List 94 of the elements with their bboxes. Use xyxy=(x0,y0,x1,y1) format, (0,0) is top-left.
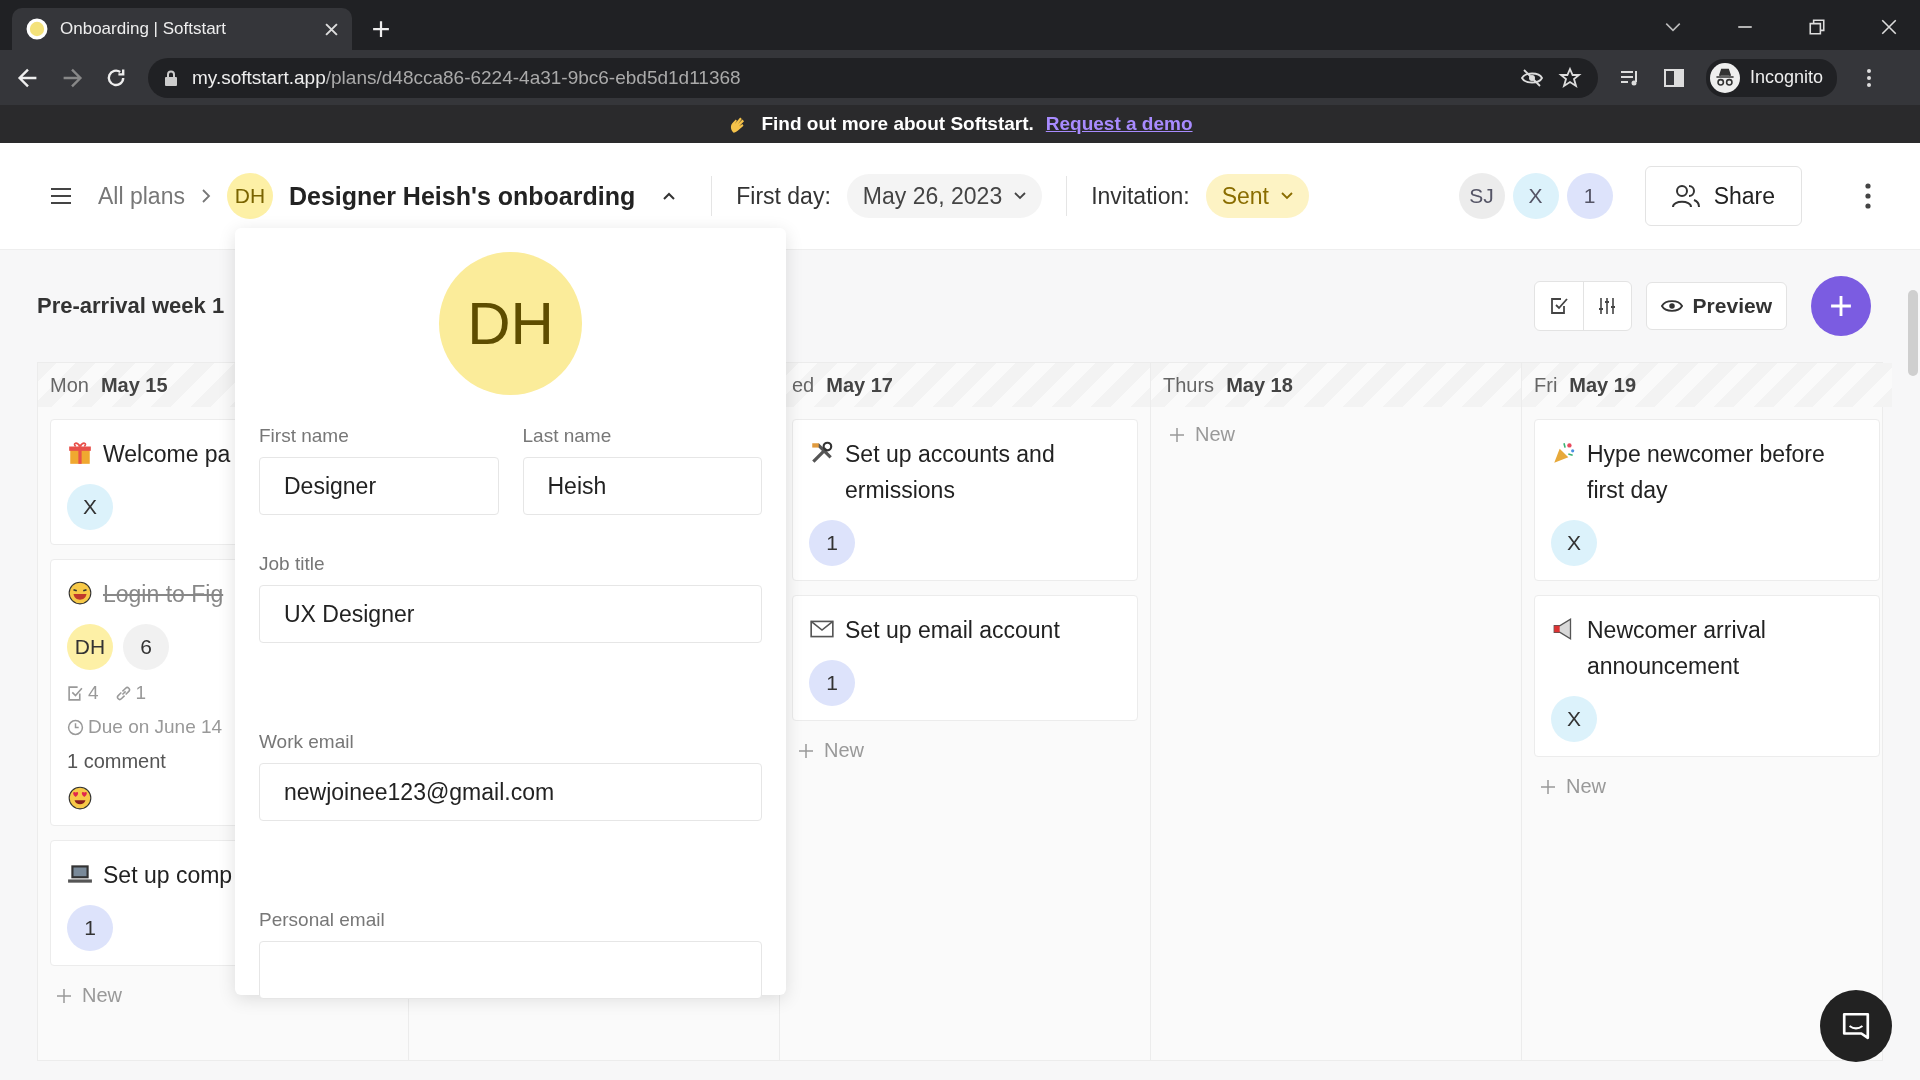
task-title: Set up email account xyxy=(845,616,1060,645)
assignee-avatar: DH xyxy=(67,624,113,670)
party-icon xyxy=(1551,440,1577,466)
task-title: Newcomer arrival announcement xyxy=(1587,616,1767,681)
date-label: May 17 xyxy=(826,373,893,397)
profile-avatar: DH xyxy=(439,252,582,395)
chevron-right-icon xyxy=(200,188,211,204)
weekday-label: ed xyxy=(792,373,815,397)
chat-icon xyxy=(1841,1011,1871,1041)
avatar: DH xyxy=(226,173,273,219)
assignee-avatar: X xyxy=(67,484,113,530)
date-dropdown[interactable]: May 26, 2023 xyxy=(846,174,1043,218)
link-count: 1 xyxy=(114,682,147,704)
text-field[interactable]: Heish xyxy=(522,457,762,515)
task-card[interactable]: Set up email account 1 xyxy=(792,595,1138,721)
browser-tab[interactable]: Onboarding | Softstart xyxy=(12,8,352,50)
add-button[interactable] xyxy=(1811,276,1871,336)
status-dropdown[interactable]: Sent xyxy=(1205,174,1309,218)
caret-up-icon[interactable] xyxy=(663,192,676,200)
task-title: Set up comp xyxy=(103,861,233,890)
people-icon xyxy=(1671,184,1700,208)
banner-text: Find out more about Softstart. xyxy=(761,113,1034,135)
tools-icon xyxy=(809,440,835,466)
all-plans-link[interactable]: All plans xyxy=(98,182,185,210)
task-title: Welcome pa xyxy=(103,440,231,469)
weekday-label: Fri xyxy=(1534,373,1558,397)
checkbox-icon xyxy=(1548,296,1569,316)
member-avatar[interactable]: X xyxy=(1512,173,1559,219)
field-label: Work email xyxy=(259,731,355,753)
kebab-menu-icon[interactable] xyxy=(1864,182,1872,210)
task-card[interactable]: Newcomer arrival announcement X xyxy=(1534,595,1880,757)
plus-icon[interactable] xyxy=(372,20,390,38)
profile-button[interactable]: Incognito xyxy=(1706,58,1838,97)
weekday-label: Thurs xyxy=(1163,373,1215,397)
restore-icon[interactable] xyxy=(1808,18,1826,36)
task-title: Set up accounts and ermissions xyxy=(845,440,1055,505)
member-avatar[interactable]: 1 xyxy=(1566,173,1613,219)
incognito-icon xyxy=(1710,62,1740,93)
chevron-down-icon xyxy=(1014,192,1027,200)
week-title: Pre-arrival week 1 xyxy=(37,293,225,319)
share-button[interactable]: Share xyxy=(1644,166,1802,226)
text-field[interactable]: newjoinee123@gmail.com xyxy=(259,763,762,821)
url-text: my.softstart.app/plans/d48cca86-6224-4a31-9bc6-ebd5d1d11368 xyxy=(192,66,741,89)
checkbox-icon xyxy=(67,684,84,702)
task-card[interactable]: Set up accounts and ermissions 1 xyxy=(792,419,1138,581)
invitation-label: Invitation: xyxy=(1091,182,1190,210)
plan-title[interactable]: Designer Heish's onboarding xyxy=(288,181,636,211)
circle-icon xyxy=(26,18,48,40)
field-label: Last name xyxy=(522,425,613,447)
assignee-avatar: 1 xyxy=(809,520,855,566)
demo-link[interactable]: Request a demo xyxy=(1045,113,1193,135)
heart-eyes-emoji-icon xyxy=(67,785,93,811)
comment-count[interactable]: 1 comment xyxy=(67,750,166,773)
field-label: First name xyxy=(259,425,350,447)
address-bar[interactable]: my.softstart.app/plans/d48cca86-6224-4a31-9bc6-ebd5d1d11368 xyxy=(148,57,1598,98)
plus-icon xyxy=(1540,778,1556,795)
plus-icon xyxy=(798,742,814,759)
assignee-avatar: X xyxy=(1551,520,1597,566)
laughing-icon xyxy=(67,580,93,606)
eye-icon xyxy=(1660,298,1683,314)
assignee-avatar: 6 xyxy=(123,624,169,670)
assignee-avatar: X xyxy=(1551,696,1597,742)
sliders-icon xyxy=(1597,296,1618,316)
assignee-avatar: 1 xyxy=(809,660,855,706)
gift-icon xyxy=(67,440,93,466)
date-label: May 15 xyxy=(100,373,168,397)
tab-title: Onboarding | Softstart xyxy=(60,19,227,39)
weekday-label: Mon xyxy=(50,373,89,397)
plus-icon xyxy=(1830,295,1852,317)
link-icon xyxy=(114,684,132,702)
star-icon[interactable] xyxy=(1558,65,1582,90)
task-card[interactable]: Hype newcomer before first day X xyxy=(1534,419,1880,581)
field-label: Personal email xyxy=(259,909,386,931)
close-icon[interactable] xyxy=(1880,18,1898,36)
assignee-avatar: 1 xyxy=(67,905,113,951)
clock-icon xyxy=(67,718,84,736)
plus-icon xyxy=(1169,426,1185,443)
date-label: May 19 xyxy=(1569,373,1637,397)
task-title: Hype newcomer before first day xyxy=(1587,440,1826,505)
first-day-label: First day: xyxy=(736,182,831,210)
member-avatar[interactable]: SJ xyxy=(1458,173,1505,219)
chevron-down-icon xyxy=(1280,192,1293,200)
scrollbar[interactable] xyxy=(1908,290,1918,376)
text-field[interactable] xyxy=(259,941,762,999)
close-icon[interactable] xyxy=(325,22,338,36)
plus-icon xyxy=(56,987,72,1004)
lock-icon xyxy=(164,69,178,86)
task-title: Login to Fig xyxy=(103,580,224,609)
text-field[interactable]: UX Designer xyxy=(259,585,762,643)
preview-button[interactable]: Preview xyxy=(1645,282,1787,330)
checklist-count: 4 xyxy=(67,682,99,704)
date-label: May 18 xyxy=(1226,373,1293,397)
text-field[interactable]: Designer xyxy=(259,457,499,515)
due-date: Due on June 14 xyxy=(67,716,223,738)
